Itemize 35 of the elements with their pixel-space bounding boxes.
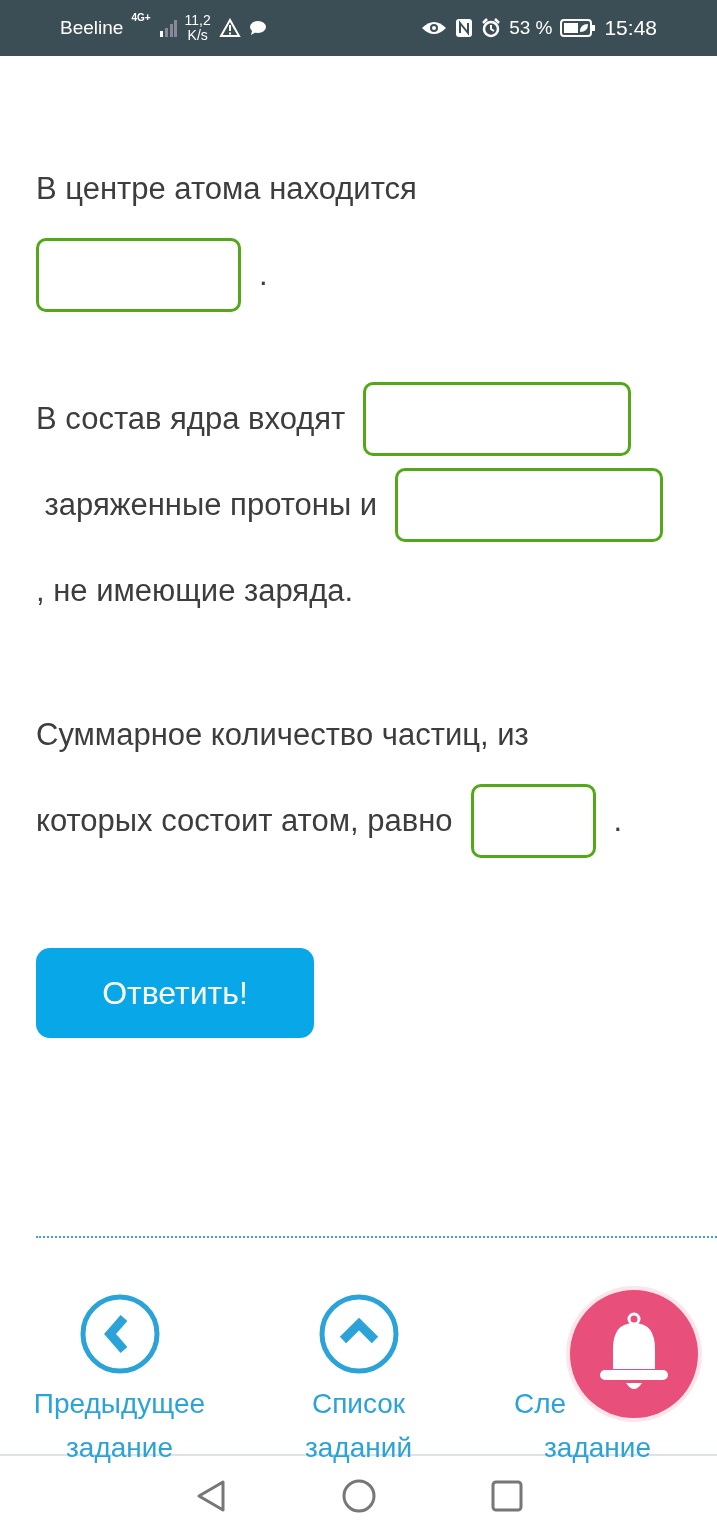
question-text: . [613, 803, 623, 839]
question-text: Суммарное количество частиц, из [36, 717, 529, 753]
network-type: 4G+ [131, 12, 151, 23]
speed-unit: K/s [187, 28, 208, 43]
nav-link[interactable]: Список заданий [239, 1294, 478, 1470]
answer-box[interactable] [470, 784, 596, 858]
clock-time: 15:48 [604, 16, 657, 40]
submit-button[interactable]: Ответить! [36, 948, 314, 1038]
battery-percent: 53 % [509, 17, 553, 39]
question-text: В центре атома находится [36, 171, 417, 207]
question-text: . [259, 257, 268, 293]
chevron-up-icon [318, 1294, 399, 1374]
eye-icon [421, 20, 448, 36]
question-text: В состав ядра входят [36, 401, 346, 437]
nav-link[interactable]: Предыдущее задание [0, 1294, 239, 1470]
warning-icon [218, 18, 241, 38]
alarm-clock-icon [481, 18, 502, 38]
chevron-left-icon [79, 1294, 160, 1374]
home-icon[interactable] [341, 1479, 376, 1513]
answer-box[interactable] [36, 238, 241, 312]
chat-bubble-icon [248, 20, 267, 36]
question-text: заряженные протоны и [43, 487, 378, 523]
nav-link[interactable]: Сле [514, 1382, 567, 1426]
network-speed: 11,2 [184, 13, 211, 28]
notification-bell-button[interactable] [570, 1290, 698, 1418]
carrier-name: Beeline [60, 17, 124, 39]
nfc-icon [455, 18, 474, 38]
recent-apps-icon[interactable] [490, 1480, 523, 1512]
answer-box[interactable] [363, 382, 632, 456]
answer-box[interactable] [395, 468, 664, 542]
signal-icon [158, 19, 177, 37]
question-text: которых состоит атом, равно [36, 803, 453, 839]
battery-icon [560, 18, 597, 38]
question-text: , не имеющие заряда. [36, 573, 354, 609]
nav-link[interactable]: задание [544, 1426, 651, 1470]
